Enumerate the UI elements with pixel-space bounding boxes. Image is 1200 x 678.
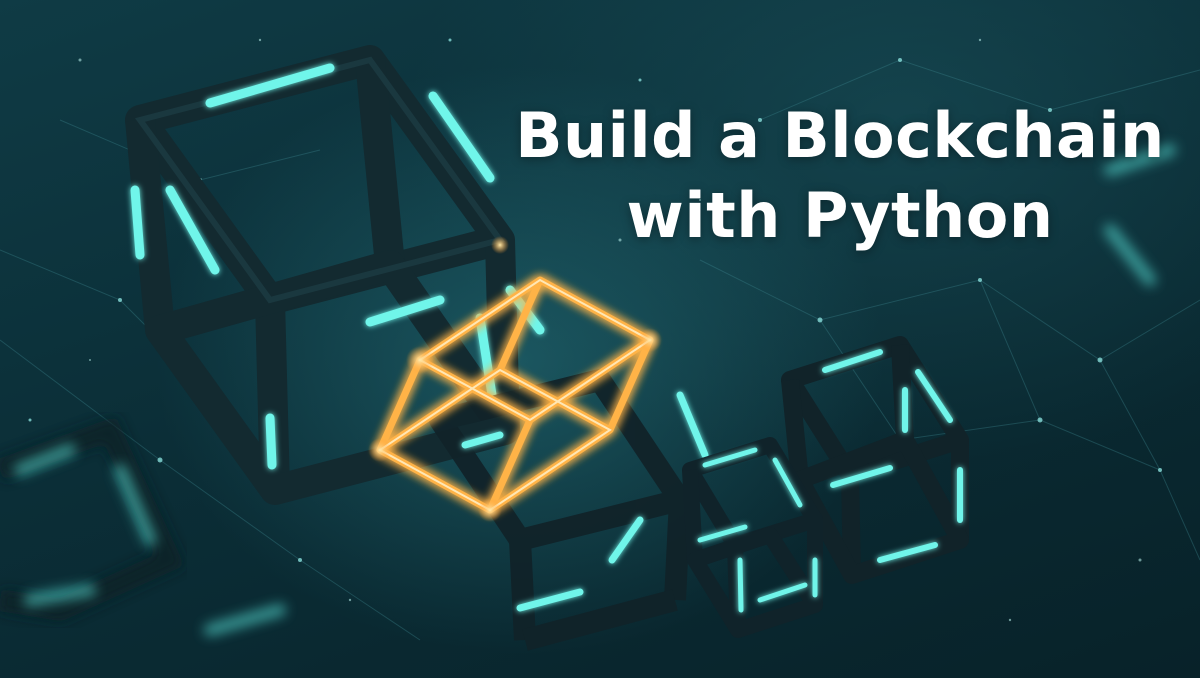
- page-title: Build a Blockchain with Python: [500, 96, 1180, 256]
- title-line-1: Build a Blockchain: [515, 99, 1165, 172]
- hero-banner: Build a Blockchain with Python: [0, 0, 1200, 678]
- title-line-2: with Python: [626, 179, 1054, 252]
